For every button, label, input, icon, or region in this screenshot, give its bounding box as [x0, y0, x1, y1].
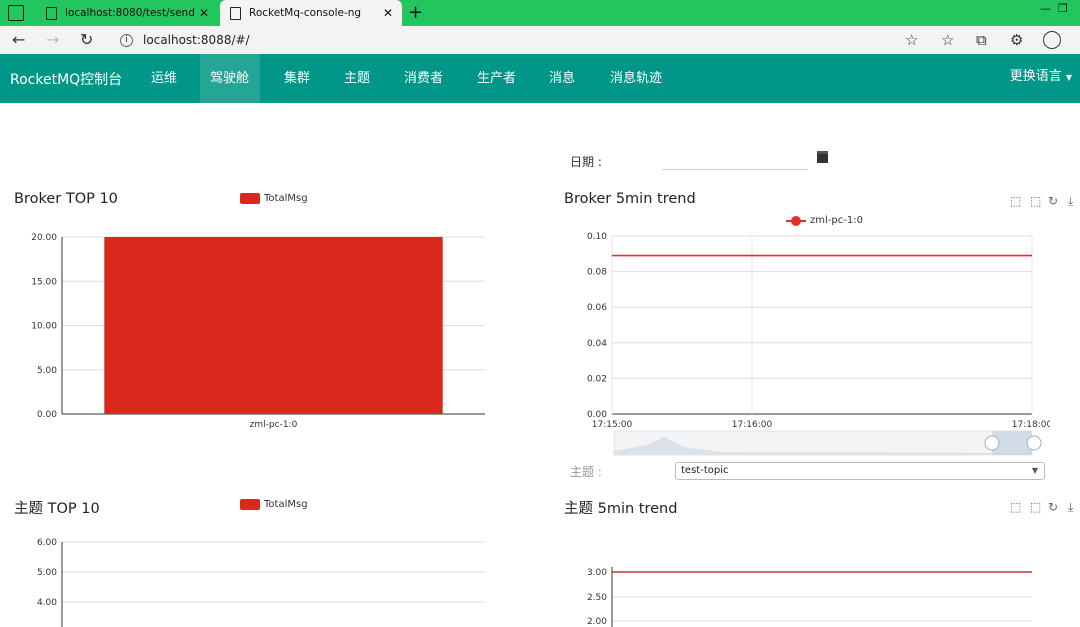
language-switcher[interactable]: 更换语言 ▼ [1010, 54, 1072, 100]
url-field[interactable]: i localhost:8088/#/ [110, 29, 900, 51]
reload-icon[interactable]: ↻ [80, 30, 93, 49]
app-brand[interactable]: RocketMQ控制台 [10, 69, 122, 89]
broker-trend-chart: 0.00 0.02 0.04 0.06 0.08 0.10 17:15:00 17:16:00… [587, 232, 1050, 456]
favorites-icon[interactable]: ☆ [941, 31, 954, 49]
nav-message-trace[interactable]: 消息轨迹 [600, 54, 672, 103]
data-zoom-handle [984, 435, 1000, 451]
bar [104, 237, 443, 414]
topic-select-value: test-topic [681, 465, 729, 476]
y-tick-label: 5.00 [37, 366, 57, 376]
download-icon[interactable]: ⤓ [1068, 500, 1073, 515]
info-icon[interactable]: i [120, 33, 133, 47]
tab-title: RocketMq-console-ng [249, 7, 362, 19]
y-tick-label: 5.00 [37, 568, 57, 578]
broker-top10-title: Broker TOP 10 [14, 191, 118, 207]
browser-tab-send[interactable]: localhost:8080/test/send ✕ [36, 0, 218, 26]
zoom-icon[interactable]: ⬚ [1010, 194, 1021, 208]
page-icon [230, 6, 241, 20]
nav-cluster[interactable]: 集群 [274, 54, 320, 103]
data-zoom-handle [1026, 435, 1042, 451]
topic-top10-legend[interactable]: TotalMsg [240, 499, 308, 510]
back-icon[interactable]: ← [12, 30, 25, 49]
add-favorite-icon[interactable]: ☆ [905, 31, 918, 49]
topic-select[interactable]: test-topic ▼ [675, 462, 1045, 480]
x-tick-label: zml-pc-1:0 [250, 420, 298, 430]
nav-message[interactable]: 消息 [539, 54, 585, 103]
y-tick-label: 0.08 [587, 268, 607, 278]
y-tick-label: 2.50 [587, 593, 607, 603]
y-tick-label: 0.10 [587, 232, 607, 242]
close-icon[interactable]: ✕ [196, 6, 212, 20]
browser-tab-strip: localhost:8080/test/send ✕ RocketMq-cons… [0, 0, 1080, 26]
zoom-reset-icon[interactable]: ⬚ [1030, 194, 1041, 208]
y-tick-label: 4.00 [37, 598, 57, 608]
nav-producer[interactable]: 生产者 [467, 54, 526, 103]
zoom-reset-icon[interactable]: ⬚ [1030, 500, 1041, 514]
broker-top10-legend[interactable]: TotalMsg [240, 193, 308, 204]
profile-avatar[interactable] [1043, 31, 1061, 49]
minimize-icon[interactable]: — [1040, 2, 1051, 15]
topic-trend-chart: 2.00 2.50 3.00 [587, 567, 1032, 627]
maximize-icon[interactable]: ❐ [1058, 2, 1068, 15]
url-text: localhost:8088/#/ [143, 33, 250, 47]
page-icon [46, 6, 57, 20]
calendar-icon[interactable] [817, 151, 828, 163]
extensions-icon[interactable]: ⚙ [1010, 31, 1023, 49]
y-tick-label: 0.02 [587, 374, 607, 384]
y-tick-label: 2.00 [587, 617, 607, 627]
legend-label: TotalMsg [264, 499, 308, 510]
nav-consumer[interactable]: 消费者 [394, 54, 453, 103]
restore-icon[interactable]: ↻ [1048, 194, 1058, 208]
language-label: 更换语言 [1009, 69, 1062, 84]
address-bar: ← → ↻ i localhost:8088/#/ ☆ ☆ ⧉ ⚙ [0, 26, 1080, 54]
nav-topic[interactable]: 主题 [334, 54, 380, 103]
x-tick-label: 17:15:00 [592, 420, 633, 430]
zoom-icon[interactable]: ⬚ [1010, 500, 1021, 514]
x-tick-label: 17:16:00 [732, 420, 773, 430]
caret-down-icon: ▼ [1031, 466, 1038, 475]
forward-icon[interactable]: → [46, 30, 59, 49]
y-tick-label: 0.00 [587, 410, 607, 420]
new-tab-button[interactable]: + [408, 2, 423, 23]
legend-swatch [240, 499, 260, 510]
topic-label: 主题 : [570, 465, 602, 479]
y-tick-label: 0.04 [587, 339, 607, 349]
y-tick-label: 0.00 [37, 410, 57, 420]
app-navbar: RocketMQ控制台 运维 驾驶舱 集群 主题 消费者 生产者 消息 消息轨迹… [0, 54, 1080, 103]
date-label: 日期 : [570, 155, 602, 169]
collections-icon[interactable]: ⧉ [976, 31, 987, 49]
restore-icon[interactable]: ↻ [1048, 500, 1058, 514]
nav-dashboard[interactable]: 驾驶舱 [200, 54, 260, 103]
tab-actions-icon[interactable] [8, 5, 24, 21]
broker-top10-chart: 0.00 5.00 10.00 15.00 20.00 zml-pc-1:0 [31, 233, 485, 430]
y-tick-label: 6.00 [37, 538, 57, 548]
y-tick-label: 15.00 [31, 277, 57, 287]
y-tick-label: 0.06 [587, 303, 607, 313]
download-icon[interactable]: ⤓ [1068, 194, 1073, 209]
caret-down-icon: ▼ [1065, 73, 1072, 82]
tab-title: localhost:8080/test/send [65, 7, 195, 19]
close-icon[interactable]: ✕ [380, 6, 396, 20]
nav-ops[interactable]: 运维 [141, 54, 187, 103]
topic-top10-title: 主题 TOP 10 [14, 501, 100, 517]
y-tick-label: 3.00 [587, 568, 607, 578]
y-tick-label: 10.00 [31, 322, 57, 332]
legend-swatch [786, 215, 806, 226]
broker-trend-title: Broker 5min trend [564, 191, 696, 207]
browser-tab-console[interactable]: RocketMq-console-ng ✕ [220, 0, 402, 26]
topic-trend-title: 主题 5min trend [564, 501, 678, 517]
legend-label: TotalMsg [264, 193, 308, 204]
topic-top10-chart: 4.00 5.00 6.00 [37, 538, 485, 627]
y-tick-label: 20.00 [31, 233, 57, 243]
legend-swatch [240, 193, 260, 204]
date-input[interactable] [662, 150, 808, 170]
x-tick-label: 17:18:00 [1012, 420, 1050, 430]
